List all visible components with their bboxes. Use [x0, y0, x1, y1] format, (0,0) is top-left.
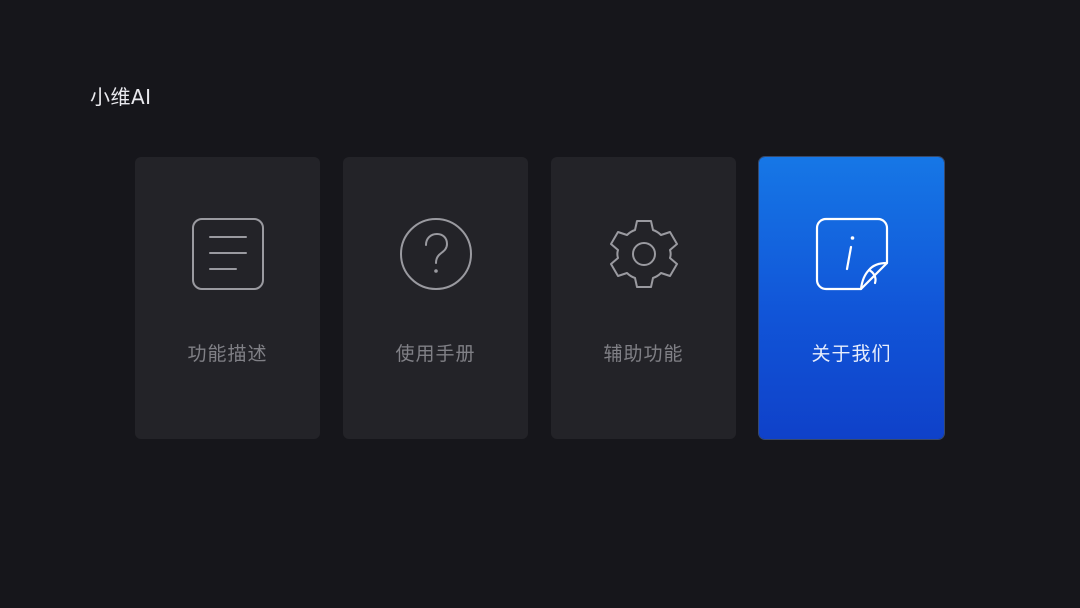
- info-note-icon: [815, 217, 889, 291]
- menu-card-user-manual[interactable]: 使用手册: [343, 157, 528, 439]
- gear-icon: [607, 217, 681, 291]
- menu-card-label: 关于我们: [811, 343, 892, 365]
- menu-card-label: 功能描述: [187, 343, 268, 365]
- document-list-icon: [191, 217, 265, 291]
- question-circle-icon: [399, 217, 473, 291]
- menu-card-about-us[interactable]: 关于我们: [759, 157, 944, 439]
- app-title: 小维AI: [90, 85, 152, 109]
- menu-card-label: 辅助功能: [603, 343, 684, 365]
- menu-card-label: 使用手册: [395, 343, 476, 365]
- menu-card-feature-description[interactable]: 功能描述: [135, 157, 320, 439]
- menu-card-accessibility[interactable]: 辅助功能: [551, 157, 736, 439]
- menu-card-row: 功能描述 使用手册 辅助功能 关于我们: [135, 157, 945, 439]
